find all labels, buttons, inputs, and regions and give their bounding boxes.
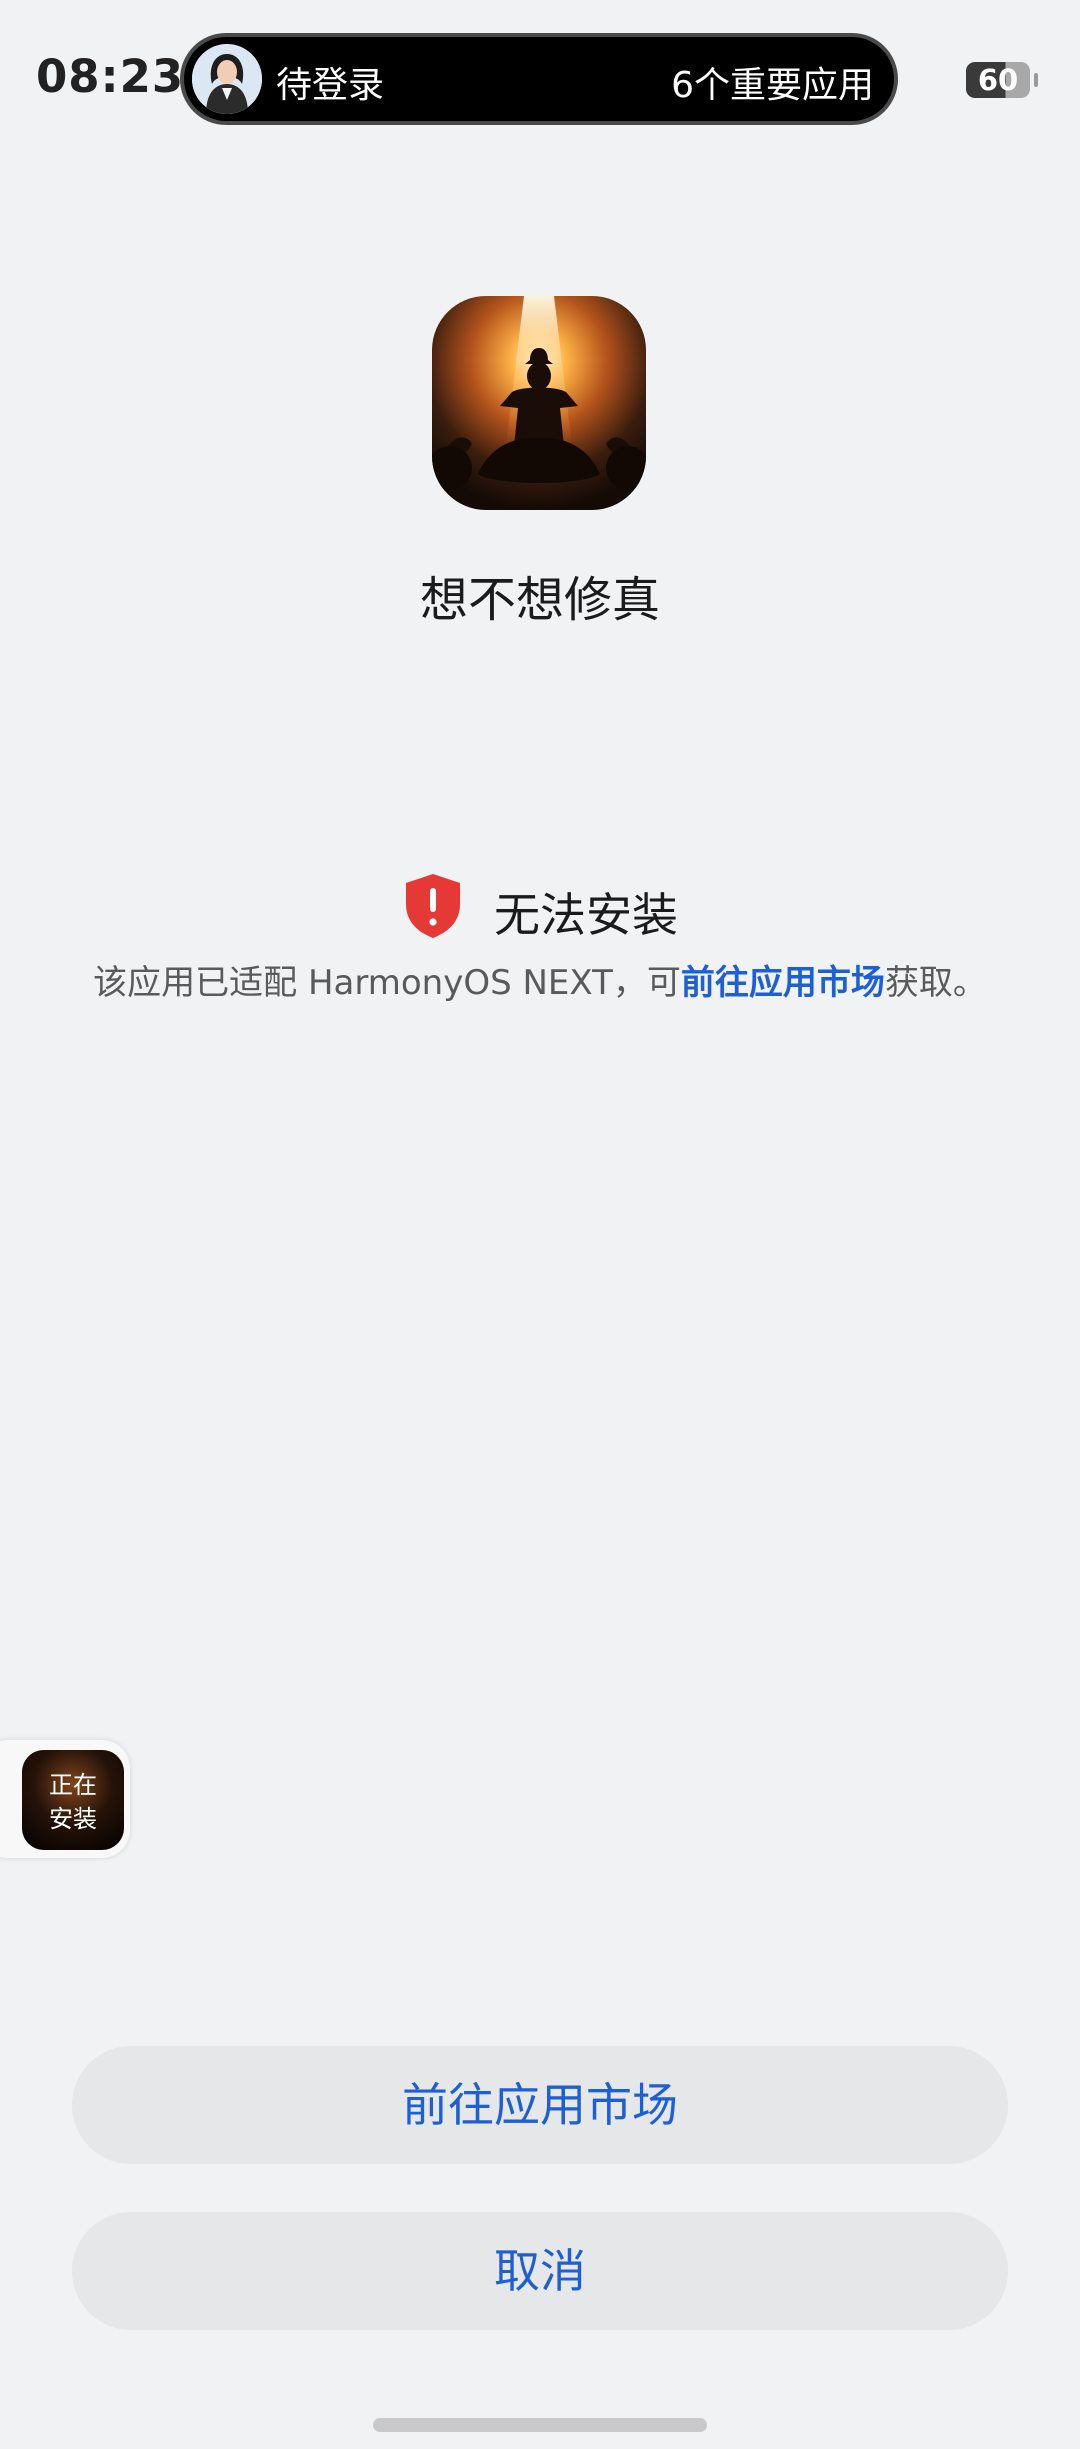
status-time: 08:23	[36, 50, 185, 103]
login-status-label: 待登录	[276, 65, 385, 106]
cancel-button[interactable]: 取消	[72, 2212, 1008, 2330]
error-desc-prefix: 该应用已适配 HarmonyOS NEXT，可	[93, 963, 681, 1003]
error-description: 该应用已适配 HarmonyOS NEXT，可前往应用市场获取。	[0, 955, 1080, 1004]
home-indicator[interactable]	[373, 2418, 707, 2432]
status-capsule[interactable]: 待登录 6个重要应用	[184, 37, 894, 121]
battery-tip	[1034, 73, 1038, 87]
installing-line2: 安装	[49, 1805, 97, 1833]
app-name: 想不想修真	[419, 572, 660, 628]
go-to-app-market-button[interactable]: 前往应用市场	[72, 2046, 1008, 2164]
installing-line1: 正在	[49, 1771, 97, 1799]
battery-level: 60	[977, 63, 1019, 97]
avatar-icon	[192, 44, 262, 114]
avatar	[192, 44, 262, 114]
shield-alert-icon	[406, 874, 460, 938]
error-title: 无法安装	[494, 888, 678, 942]
installing-app-icon: 正在 安装	[22, 1750, 124, 1850]
cultivator-silhouette-icon	[432, 296, 646, 510]
error-desc-suffix: 获取。	[884, 963, 987, 1003]
install-error-header: 无法安装	[0, 872, 1080, 942]
installing-float-widget[interactable]: 正在 安装	[0, 1740, 130, 1858]
battery-indicator: 60	[966, 62, 1038, 98]
installing-text: 正在 安装	[22, 1768, 124, 1836]
important-apps-label: 6个重要应用	[671, 65, 874, 106]
app-market-link[interactable]: 前往应用市场	[681, 963, 885, 1003]
